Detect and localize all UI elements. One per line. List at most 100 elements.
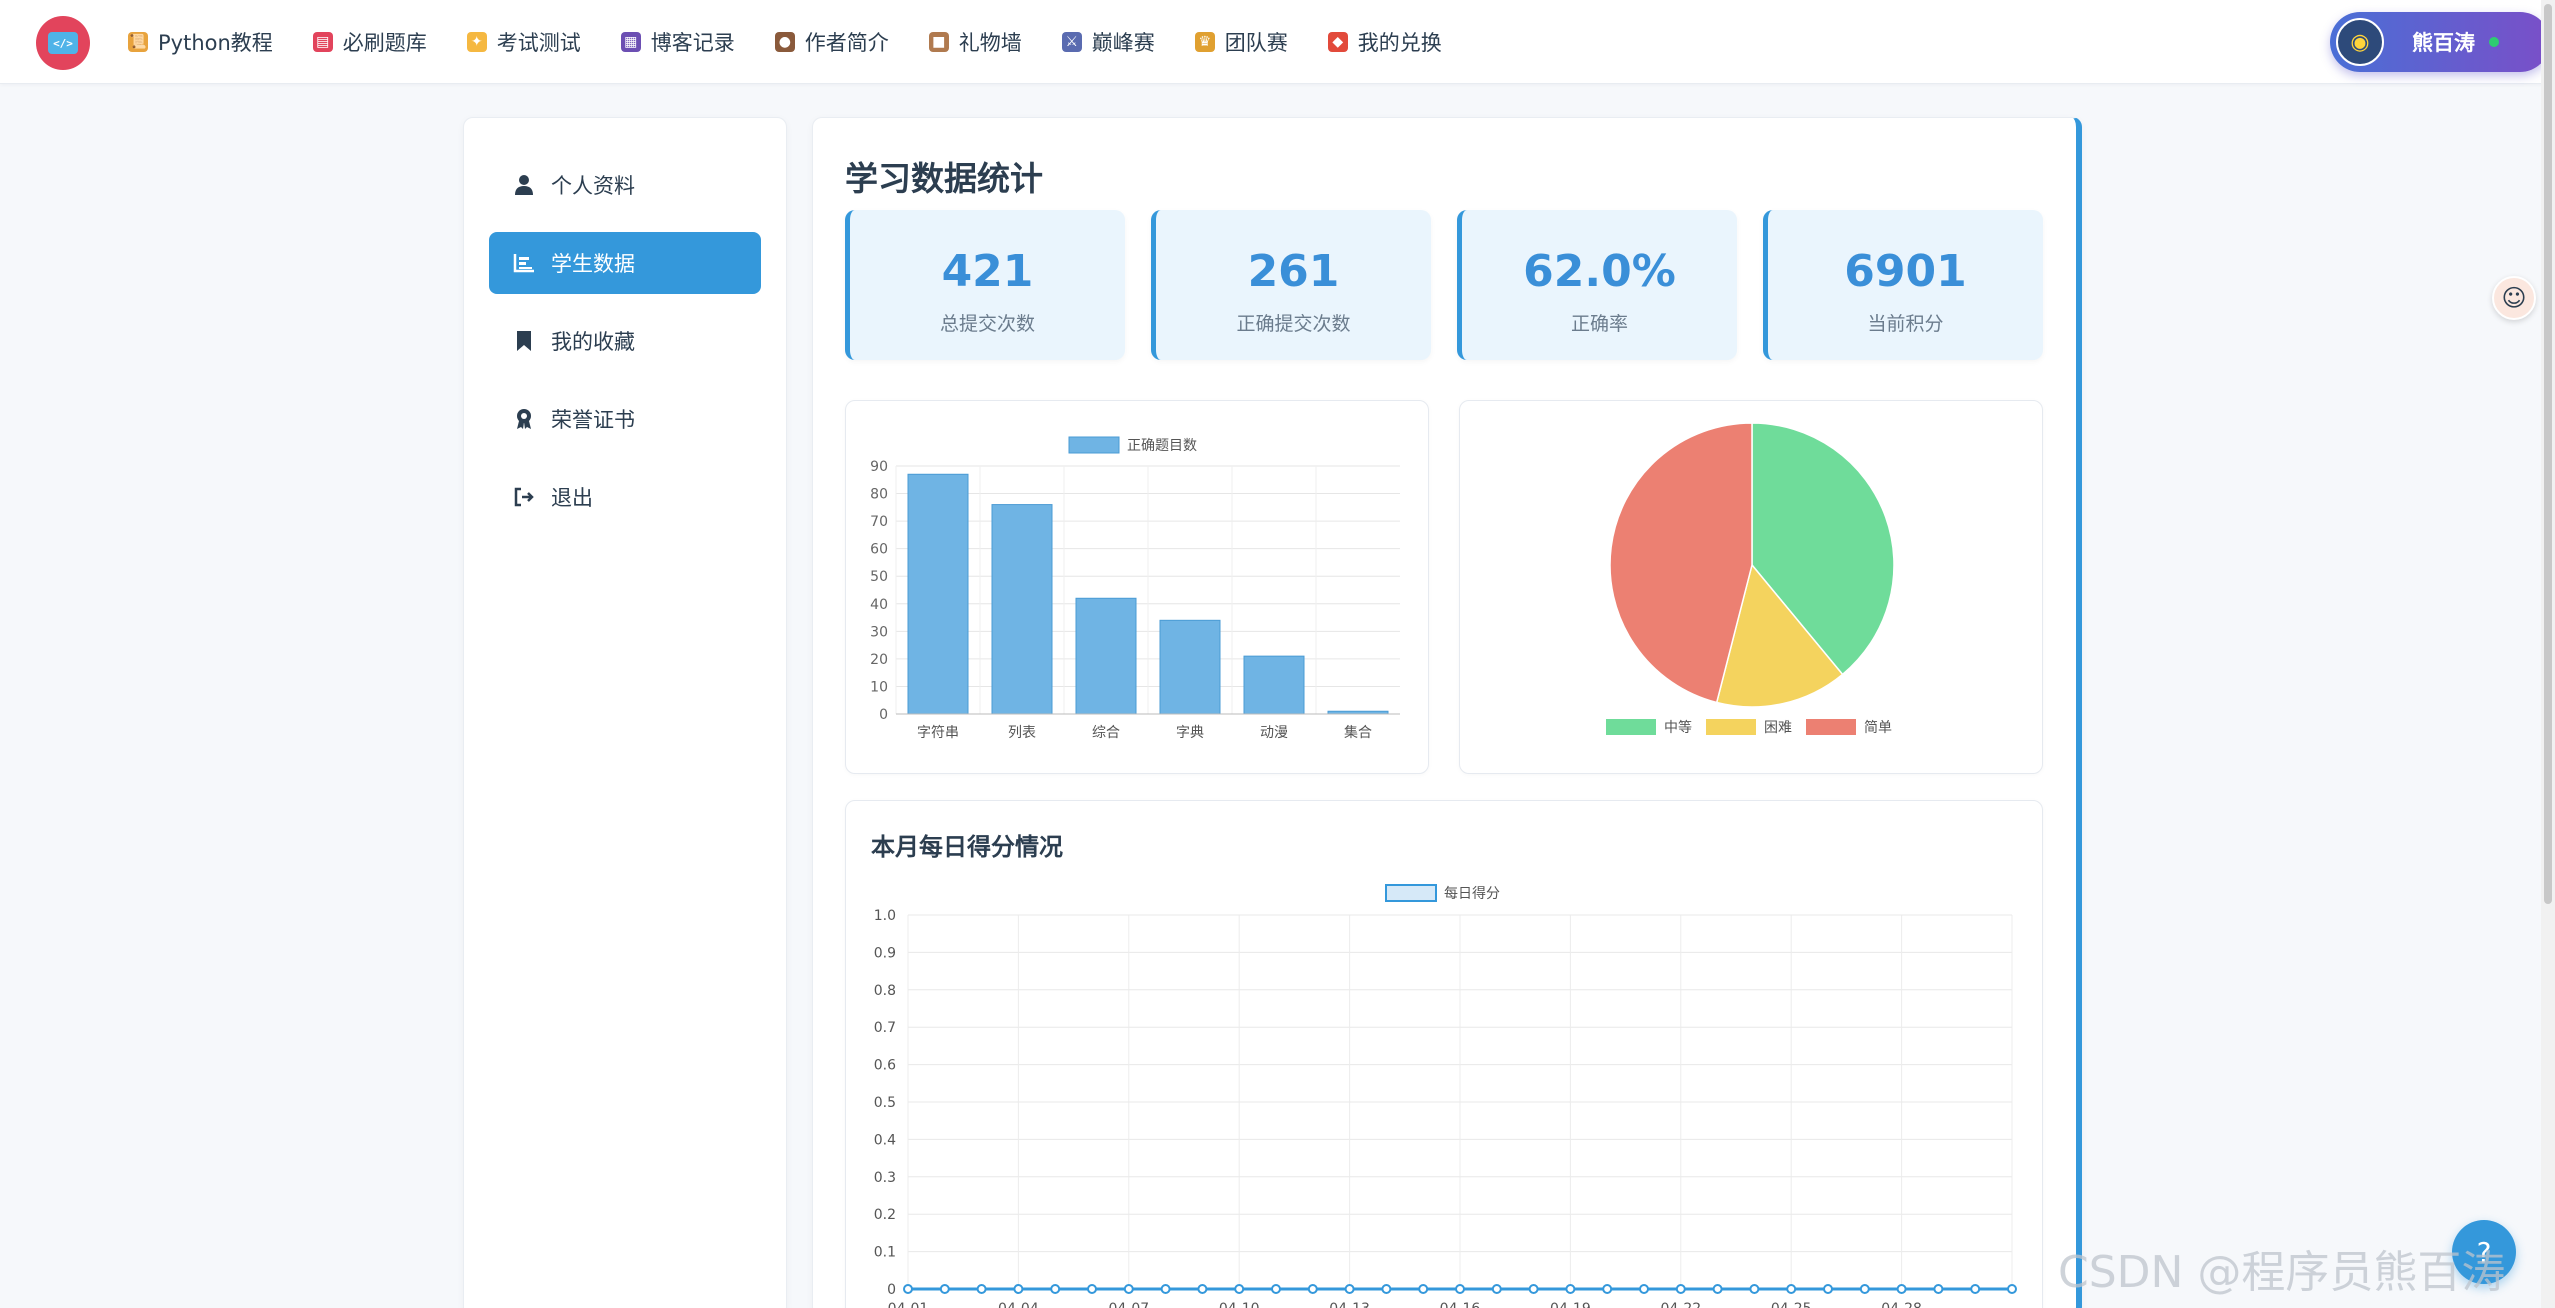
data-point (1675, 1284, 1686, 1294)
bar-chart-card: 正确题目数 0 10 20 30 40 50 60 70 80 90 字符串 列表 综合 字典 动漫 集合 (845, 400, 1429, 774)
y-tick-label: 90 (870, 459, 888, 475)
x-tick-label: 字符串 (917, 725, 959, 741)
sidebar-item-logout[interactable]: 退出 (489, 466, 761, 528)
stat-value: 421 (941, 246, 1034, 297)
legend-swatch (1606, 719, 1656, 735)
x-tick-label: 04-16 (1440, 1301, 1481, 1308)
data-point (1749, 1284, 1760, 1294)
sidebar-item-label: 学生数据 (551, 252, 635, 276)
x-tick-label: 04-22 (1660, 1301, 1701, 1308)
nav-item-8[interactable]: ◆ 我的兑换 (1327, 27, 1442, 57)
x-tick-label: 集合 (1344, 724, 1372, 741)
stat-value: 62.0% (1523, 246, 1676, 297)
y-tick-label: 80 (870, 487, 888, 503)
assistant-avatar-icon[interactable]: ☺ (2492, 276, 2536, 320)
y-tick-label: 0.3 (874, 1170, 896, 1186)
nav-item-6[interactable]: ⚔ 巅峰赛 (1061, 27, 1155, 57)
nav-item-7[interactable]: ♛ 团队赛 (1194, 27, 1288, 57)
data-point (1639, 1284, 1649, 1294)
line-chart: 每日得分 0 0.1 0.2 0.3 0.4 0.5 0.6 0.7 0.8 0.9 1.0 04-01… (874, 884, 2017, 1308)
legend-label: 每日得分 (1444, 885, 1500, 902)
data-point (1344, 1284, 1355, 1294)
sidebar-item-profile[interactable]: 个人资料 (489, 154, 761, 216)
gift-icon: ◆ (1327, 32, 1348, 52)
nav-item-4[interactable]: ● 作者简介 (774, 27, 889, 57)
scrollbar-thumb[interactable] (2544, 4, 2552, 904)
stat-label: 正确率 (1570, 313, 1628, 335)
y-tick-label: 0 (879, 707, 888, 723)
y-tick-label: 10 (870, 679, 888, 695)
data-point (1234, 1284, 1245, 1294)
y-tick-label: 30 (870, 624, 888, 640)
y-tick-label: 0.9 (874, 945, 896, 961)
legend-swatch (1068, 436, 1120, 454)
y-tick-label: 0.5 (874, 1095, 896, 1111)
data-point (1050, 1284, 1061, 1294)
legend-swatch (1806, 719, 1856, 735)
data-point (1933, 1284, 1944, 1294)
data-point (1307, 1284, 1318, 1294)
data-point (1823, 1284, 1833, 1294)
nav-item-1[interactable]: ▤ 必刷题库 (312, 27, 427, 57)
data-point (1859, 1284, 1870, 1294)
bar (907, 473, 969, 715)
x-tick-label: 04-10 (1219, 1301, 1260, 1308)
stat-card-accuracy: 62.0% 正确率 (1457, 210, 1737, 360)
user-icon (513, 174, 535, 196)
data-point (1197, 1284, 1208, 1294)
stat-card-correct-submissions: 261 正确提交次数 (1151, 210, 1431, 360)
top-navbar: </> 📜 Python教程 ▤ 必刷题库 ✦ 考试测试 ▦ 博客记录 ● 作者简介 ■ 礼物墙 ⚔ 巅峰… (0, 0, 2555, 84)
nav-item-label: 巅峰赛 (1091, 31, 1155, 55)
nav-item-0[interactable]: 📜 Python教程 (128, 27, 273, 57)
stat-card-total-submissions: 421 总提交次数 (845, 210, 1125, 360)
data-point (1160, 1284, 1171, 1294)
data-point (2007, 1284, 2017, 1294)
daily-score-card: 本月每日得分情况 每日得分 0 0.1 0.2 0.3 0.4 0.5 0.6 0.7 0.8 0.… (845, 800, 2043, 1308)
nav-item-label: 必刷题库 (342, 31, 427, 55)
y-tick-label: 1.0 (874, 908, 896, 924)
scrollbar[interactable] (2541, 0, 2555, 1308)
y-tick-label: 0 (887, 1282, 896, 1298)
data-point (1712, 1284, 1723, 1294)
data-point (1087, 1284, 1097, 1294)
nav-item-label: 博客记录 (650, 31, 735, 55)
stat-label: 总提交次数 (939, 313, 1035, 335)
data-point (1565, 1284, 1576, 1294)
nav-item-label: 考试测试 (496, 31, 581, 55)
y-tick-label: 0.2 (874, 1207, 896, 1223)
x-tick-label: 列表 (1008, 725, 1036, 741)
sidebar-item-certificates[interactable]: 荣誉证书 (489, 388, 761, 450)
y-tick-label: 0.8 (874, 983, 896, 999)
data-point (1528, 1284, 1539, 1294)
data-point (1970, 1284, 1981, 1294)
x-tick-label: 04-25 (1771, 1301, 1812, 1308)
y-tick-label: 0.6 (874, 1058, 896, 1074)
nav-item-2[interactable]: ✦ 考试测试 (466, 27, 581, 57)
site-logo[interactable]: </> (36, 16, 90, 70)
data-point (1013, 1284, 1024, 1294)
y-tick-label: 0.4 (874, 1132, 896, 1148)
sidebar-item-favorites[interactable]: 我的收藏 (489, 310, 761, 372)
y-tick-label: 0.1 (874, 1245, 896, 1261)
y-tick-label: 50 (870, 569, 888, 585)
data-point (1491, 1284, 1502, 1294)
nav-item-3[interactable]: ▦ 博客记录 (620, 27, 735, 57)
user-menu-button[interactable]: ◉ 熊百涛 (2330, 12, 2550, 72)
stat-label: 正确提交次数 (1236, 313, 1351, 335)
legend-label: 困难 (1764, 720, 1792, 736)
legend-label: 正确题目数 (1127, 438, 1197, 454)
y-tick-label: 0.7 (874, 1020, 896, 1036)
sidebar-item-student-data[interactable]: 学生数据 (489, 232, 761, 294)
legend-label: 中等 (1664, 719, 1692, 736)
nav-item-label: 作者简介 (804, 31, 889, 55)
stat-label: 当前积分 (1867, 313, 1944, 335)
data-point (1602, 1284, 1613, 1294)
code-icon: </> (48, 32, 78, 54)
list-icon: ▤ (312, 32, 333, 52)
nav-item-5[interactable]: ■ 礼物墙 (928, 27, 1022, 57)
bar-chart-icon (513, 252, 535, 274)
sidebar-item-label: 个人资料 (551, 174, 635, 198)
x-tick-label: 04-19 (1550, 1301, 1591, 1308)
page-title: 学习数据统计 (845, 159, 1043, 198)
data-point (939, 1284, 950, 1294)
